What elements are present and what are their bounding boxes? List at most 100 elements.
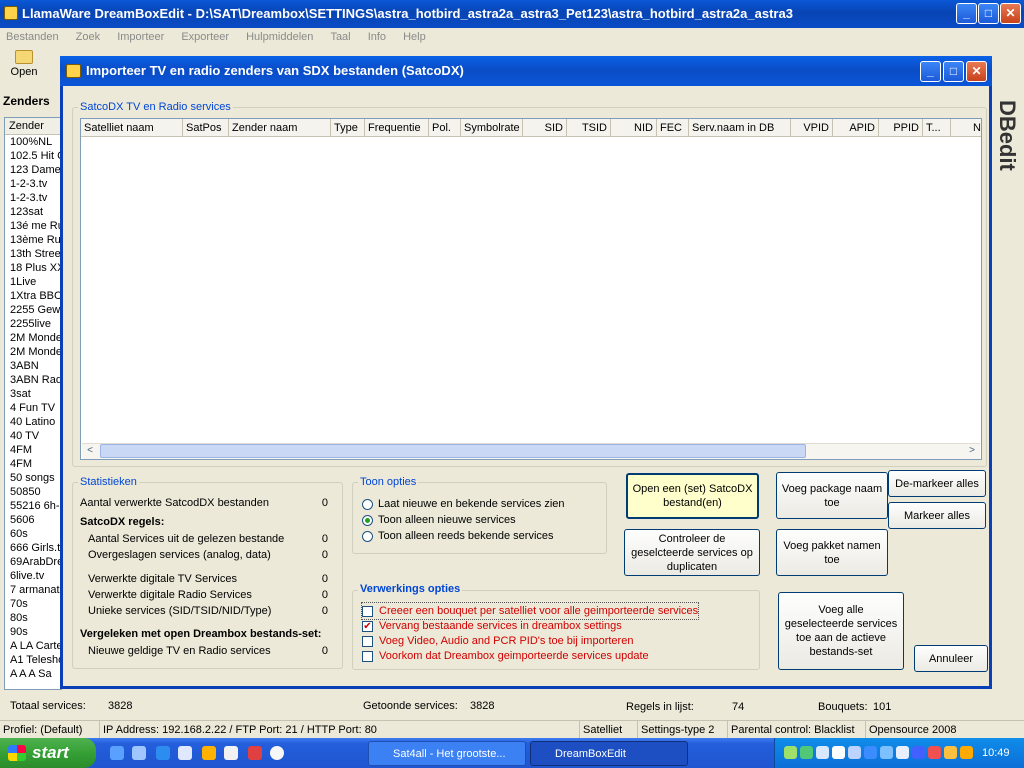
column-vpid[interactable]: VPID xyxy=(791,119,833,137)
channel-list-item[interactable]: 1-2-3.tv xyxy=(5,177,61,191)
checkbox[interactable] xyxy=(362,650,373,662)
menu-bestanden[interactable]: Bestanden xyxy=(6,31,59,43)
menu-taal[interactable]: Taal xyxy=(330,31,350,43)
channel-list-header[interactable]: Zender xyxy=(5,118,61,135)
channel-list-item[interactable]: 90s xyxy=(5,625,61,639)
column-type[interactable]: Type xyxy=(331,119,365,137)
channel-list-item[interactable]: 80s xyxy=(5,611,61,625)
channel-list-item[interactable]: 13ème Rue xyxy=(5,233,61,247)
channel-list-item[interactable]: 13é me Ru xyxy=(5,219,61,233)
tray-icon[interactable] xyxy=(800,746,813,759)
channel-list-item[interactable]: 40 Latino xyxy=(5,415,61,429)
show-option-all[interactable]: Laat nieuwe en bekende services zien xyxy=(362,496,565,512)
tray-icon[interactable] xyxy=(944,746,957,759)
channel-list-item[interactable]: A1 Telesho xyxy=(5,653,61,667)
menu-importeer[interactable]: Importeer xyxy=(117,31,164,43)
open-button[interactable]: Open xyxy=(4,48,44,90)
channel-list-item[interactable]: 1Live xyxy=(5,275,61,289)
channel-list-item[interactable]: 4FM xyxy=(5,457,61,471)
quicklaunch-tool-icon[interactable] xyxy=(202,746,216,760)
dialog-close-button[interactable]: ✕ xyxy=(966,61,987,82)
channel-list[interactable]: Zender 100%NL 102.5 Hit C 123 Damer 1-2-3.t… xyxy=(4,117,62,690)
scroll-left-button[interactable]: < xyxy=(82,443,98,459)
channel-list-item[interactable]: 7 armanat xyxy=(5,583,61,597)
tray-icon[interactable] xyxy=(832,746,845,759)
column-satelliet-naam[interactable]: Satelliet naam xyxy=(81,119,183,137)
show-option-known[interactable]: Toon alleen reeds bekende services xyxy=(362,528,554,544)
column-pol[interactable]: Pol. xyxy=(429,119,461,137)
column-frequentie[interactable]: Frequentie xyxy=(365,119,429,137)
quicklaunch-player-icon[interactable] xyxy=(270,746,284,760)
cancel-button[interactable]: Annuleer xyxy=(914,645,988,672)
main-close-button[interactable]: ✕ xyxy=(1000,3,1021,24)
dialog-maximize-button[interactable]: □ xyxy=(943,61,964,82)
channel-list-item[interactable]: 69ArabDre xyxy=(5,555,61,569)
channel-list-item[interactable]: 70s xyxy=(5,597,61,611)
quicklaunch-media-icon[interactable] xyxy=(248,746,262,760)
menu-hulpmiddelen[interactable]: Hulpmiddelen xyxy=(246,31,313,43)
channel-list-item[interactable]: 3ABN Rad xyxy=(5,373,61,387)
checkbox[interactable] xyxy=(362,635,373,647)
channel-list-item[interactable]: 50850 xyxy=(5,485,61,499)
tray-icon[interactable] xyxy=(896,746,909,759)
column-ppid[interactable]: PPID xyxy=(879,119,923,137)
grid-scroll-thumb[interactable] xyxy=(100,444,806,458)
channel-list-item[interactable]: A LA Carte xyxy=(5,639,61,653)
column-satpos[interactable]: SatPos xyxy=(183,119,229,137)
channel-list-item[interactable]: A A A Sa xyxy=(5,667,61,681)
show-option-new[interactable]: Toon alleen nieuwe services xyxy=(362,512,516,528)
channel-list-item[interactable]: 5606 xyxy=(5,513,61,527)
channel-list-item[interactable]: 18 Plus XX xyxy=(5,261,61,275)
option-replace-services[interactable]: ✔ Vervang bestaande services in dreambox … xyxy=(362,618,622,634)
channel-list-item[interactable]: 666 Girls.tv xyxy=(5,541,61,555)
dialog-minimize-button[interactable]: _ xyxy=(920,61,941,82)
column-zender-naam[interactable]: Zender naam xyxy=(229,119,331,137)
channel-list-item[interactable]: 2255live xyxy=(5,317,61,331)
channel-list-item[interactable]: 100%NL xyxy=(5,135,61,149)
option-prevent-update[interactable]: Voorkom dat Dreambox geimporteerde servi… xyxy=(362,648,649,664)
channel-list-item[interactable]: 4FM xyxy=(5,443,61,457)
radio-button[interactable] xyxy=(362,514,373,526)
column-sid[interactable]: SID xyxy=(523,119,567,137)
scroll-right-button[interactable]: > xyxy=(964,443,980,459)
channel-list-item[interactable]: 123sat xyxy=(5,205,61,219)
checkbox[interactable]: ✔ xyxy=(362,620,373,632)
channel-list-item[interactable]: 123 Damer xyxy=(5,163,61,177)
tray-icon[interactable] xyxy=(928,746,941,759)
select-all-button[interactable]: Markeer alles xyxy=(888,502,986,529)
quicklaunch-mail-icon[interactable] xyxy=(224,746,238,760)
menu-zoek[interactable]: Zoek xyxy=(76,31,100,43)
channel-list-item[interactable]: 2M Monde xyxy=(5,345,61,359)
tray-icon[interactable] xyxy=(848,746,861,759)
channel-list-item[interactable]: 3ABN xyxy=(5,359,61,373)
column-tsid[interactable]: TSID xyxy=(567,119,611,137)
tray-icon[interactable] xyxy=(784,746,797,759)
tray-icon[interactable] xyxy=(880,746,893,759)
column-fec[interactable]: FEC xyxy=(657,119,689,137)
option-bouquet-per-satellite[interactable]: Creeer een bouquet per satelliet voor al… xyxy=(360,602,700,620)
tray-icon[interactable] xyxy=(912,746,925,759)
quicklaunch-explorer-icon[interactable] xyxy=(178,746,192,760)
channel-list-item[interactable]: 1-2-3.tv xyxy=(5,191,61,205)
tray-icon[interactable] xyxy=(864,746,877,759)
channel-list-item[interactable]: 50 songs xyxy=(5,471,61,485)
channel-list-item[interactable]: 60s xyxy=(5,527,61,541)
column-serv-naam[interactable]: Serv.naam in DB xyxy=(689,119,791,137)
open-satcodx-button[interactable]: Open een (set) SatcoDX bestand(en) xyxy=(626,473,759,519)
channel-list-item[interactable]: 13th Street xyxy=(5,247,61,261)
column-apid[interactable]: APID xyxy=(833,119,879,137)
menu-exporteer[interactable]: Exporteer xyxy=(181,31,229,43)
quicklaunch-desktop-icon[interactable] xyxy=(132,746,146,760)
channel-list-item[interactable]: 1Xtra BBC xyxy=(5,289,61,303)
add-selected-services-button[interactable]: Voeg alle geselecteerde services toe aan… xyxy=(778,592,904,670)
channel-list-item[interactable]: 4 Fun TV xyxy=(5,401,61,415)
channel-list-item[interactable]: 2M Monde xyxy=(5,331,61,345)
tray-icon[interactable] xyxy=(960,746,973,759)
quicklaunch-ie-icon[interactable] xyxy=(110,746,124,760)
add-package-name-button[interactable]: Voeg package naam toe xyxy=(776,472,888,519)
column-symbolrate[interactable]: Symbolrate xyxy=(461,119,523,137)
quicklaunch-browser-icon[interactable] xyxy=(156,746,170,760)
task-sat4all[interactable]: Sat4all - Het grootste... xyxy=(368,741,526,766)
channel-list-item[interactable]: 102.5 Hit C xyxy=(5,149,61,163)
services-grid[interactable]: Satelliet naam SatPos Zender naam Type F… xyxy=(80,118,982,460)
